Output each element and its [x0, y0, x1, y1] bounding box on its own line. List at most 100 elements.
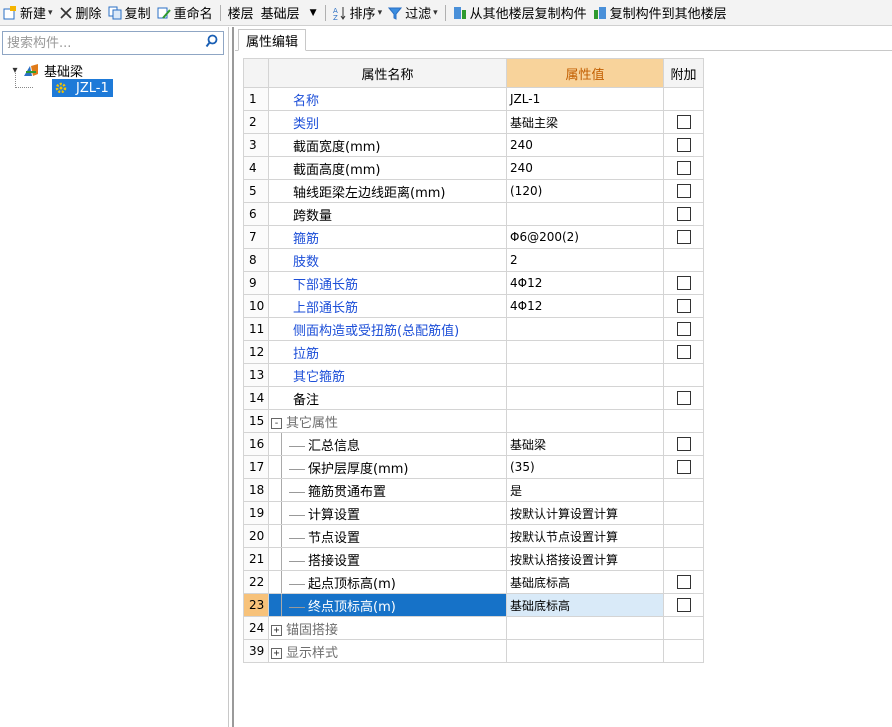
header-name[interactable]: 属性名称 — [268, 58, 507, 88]
copy-from-floor-button[interactable]: 从其他楼层复制构件 — [450, 2, 590, 24]
table-row[interactable]: 3 截面宽度(mm) 240 — [243, 133, 704, 157]
property-value[interactable]: 2 — [506, 248, 664, 272]
table-row[interactable]: 12 拉筋 — [243, 340, 704, 364]
attach-checkbox[interactable] — [676, 276, 691, 290]
property-value[interactable]: 基础梁 — [506, 432, 664, 456]
property-value[interactable]: 按默认计算设置计算 — [506, 501, 664, 525]
property-value[interactable]: (35) — [506, 455, 664, 479]
attach-checkbox[interactable] — [676, 184, 691, 198]
table-row[interactable]: 17 保护层厚度(mm) (35) — [243, 455, 704, 479]
table-row[interactable]: 1 名称 JZL-1 — [243, 87, 704, 111]
property-value[interactable]: 240 — [506, 133, 664, 157]
filter-button[interactable]: 过滤 ▾ — [385, 2, 441, 24]
tree-child-selected[interactable]: JZL-1 — [52, 79, 113, 97]
property-value[interactable] — [506, 386, 664, 410]
table-row[interactable]: 5 轴线距梁左边线距离(mm) (120) — [243, 179, 704, 203]
copy-to-floor-button[interactable]: 复制构件到其他楼层 — [590, 2, 730, 24]
attach-checkbox[interactable] — [676, 138, 691, 152]
extra-cell — [663, 501, 704, 525]
tree-node-root[interactable]: ▾ 基础梁 — [0, 61, 229, 80]
attach-checkbox[interactable] — [676, 299, 691, 313]
panel-splitter[interactable] — [232, 27, 234, 727]
rename-button[interactable]: 重命名 — [154, 2, 216, 24]
table-row[interactable]: 18 箍筋贯通布置 是 — [243, 478, 704, 502]
table-row[interactable]: 16 汇总信息 基础梁 — [243, 432, 704, 456]
property-name: 汇总信息 — [268, 432, 507, 456]
table-row[interactable]: 14 备注 — [243, 386, 704, 410]
property-value[interactable]: 基础主梁 — [506, 110, 664, 134]
table-row[interactable]: 9 下部通长筋 4Φ12 — [243, 271, 704, 295]
attach-checkbox[interactable] — [676, 322, 691, 336]
property-value[interactable] — [506, 639, 664, 663]
property-value[interactable]: Φ6@200(2) — [506, 225, 664, 249]
table-row[interactable]: 21 搭接设置 按默认搭接设置计算 — [243, 547, 704, 571]
property-value[interactable]: 按默认搭接设置计算 — [506, 547, 664, 571]
table-row[interactable]: 13 其它箍筋 — [243, 363, 704, 387]
table-row[interactable]: 22 起点顶标高(m) 基础底标高 — [243, 570, 704, 594]
attach-checkbox[interactable] — [676, 230, 691, 244]
attach-checkbox[interactable] — [676, 460, 691, 474]
property-value[interactable] — [506, 340, 664, 364]
property-name: + 显示样式 — [268, 639, 507, 663]
collapse-icon[interactable]: - — [271, 417, 282, 429]
property-value[interactable] — [506, 317, 664, 341]
property-value[interactable]: 基础底标高 — [506, 593, 664, 617]
row-number: 9 — [243, 271, 269, 295]
property-name: + 锚固搭接 — [268, 616, 507, 640]
table-row[interactable]: 2 类别 基础主梁 — [243, 110, 704, 134]
property-value[interactable]: (120) — [506, 179, 664, 203]
attach-checkbox[interactable] — [676, 598, 691, 612]
attach-checkbox[interactable] — [676, 391, 691, 405]
table-row[interactable]: 15- 其它属性 — [243, 409, 704, 433]
property-value[interactable] — [506, 363, 664, 387]
table-row[interactable]: 24 + 锚固搭接 — [243, 616, 704, 640]
property-name: 下部通长筋 — [268, 271, 507, 295]
property-value[interactable]: 240 — [506, 156, 664, 180]
table-row[interactable]: 11 侧面构造或受扭筋(总配筋值) — [243, 317, 704, 341]
property-label: 汇总信息 — [308, 438, 361, 454]
attach-checkbox[interactable] — [676, 437, 691, 451]
attach-checkbox[interactable] — [676, 161, 691, 175]
copy-button[interactable]: 复制 — [105, 2, 154, 24]
row-number: 18 — [243, 478, 269, 502]
property-value[interactable] — [506, 202, 664, 226]
property-value[interactable]: 是 — [506, 478, 664, 502]
delete-button[interactable]: 删除 — [56, 2, 105, 24]
property-value[interactable] — [506, 616, 664, 640]
header-extra[interactable]: 附加 — [663, 58, 704, 88]
search-button[interactable] — [201, 32, 223, 54]
property-value[interactable]: 基础底标高 — [506, 570, 664, 594]
row-number: 11 — [243, 317, 269, 341]
table-row[interactable]: 6 跨数量 — [243, 202, 704, 226]
table-row[interactable]: 10 上部通长筋 4Φ12 — [243, 294, 704, 318]
header-value[interactable]: 属性值 — [506, 58, 664, 88]
table-row[interactable]: 23 终点顶标高(m) 基础底标高 — [243, 593, 704, 617]
table-row[interactable]: 39 + 显示样式 — [243, 639, 704, 663]
expand-icon[interactable]: + — [271, 647, 282, 659]
table-row[interactable]: 19 计算设置 按默认计算设置计算 — [243, 501, 704, 525]
row-number: 4 — [243, 156, 269, 180]
attach-checkbox[interactable] — [676, 345, 691, 359]
table-row[interactable]: 8 肢数 2 — [243, 248, 704, 272]
property-value[interactable] — [506, 409, 664, 433]
attach-checkbox[interactable] — [676, 115, 691, 129]
copy-to-floor-label: 复制构件到其他楼层 — [609, 7, 727, 22]
table-row[interactable]: 4 截面高度(mm) 240 — [243, 156, 704, 180]
table-row[interactable]: 20 节点设置 按默认节点设置计算 — [243, 524, 704, 548]
property-value[interactable]: 4Φ12 — [506, 271, 664, 295]
attach-checkbox[interactable] — [676, 575, 691, 589]
sort-button[interactable]: AZ 排序 ▾ — [330, 2, 386, 24]
floor-select[interactable]: 基础层 ▼ — [257, 3, 321, 22]
tab-property-edit[interactable]: 属性编辑 — [238, 29, 307, 51]
row-number: 16 — [243, 432, 269, 456]
new-button[interactable]: 新建 ▾ — [0, 2, 56, 24]
search-input[interactable] — [3, 32, 201, 54]
expand-icon[interactable]: + — [271, 624, 282, 636]
tree-node-child[interactable]: JZL-1 — [0, 73, 229, 97]
extra-cell — [663, 616, 704, 640]
property-value[interactable]: JZL-1 — [506, 87, 664, 111]
property-value[interactable]: 4Φ12 — [506, 294, 664, 318]
property-value[interactable]: 按默认节点设置计算 — [506, 524, 664, 548]
table-row[interactable]: 7 箍筋 Φ6@200(2) — [243, 225, 704, 249]
attach-checkbox[interactable] — [676, 207, 691, 221]
